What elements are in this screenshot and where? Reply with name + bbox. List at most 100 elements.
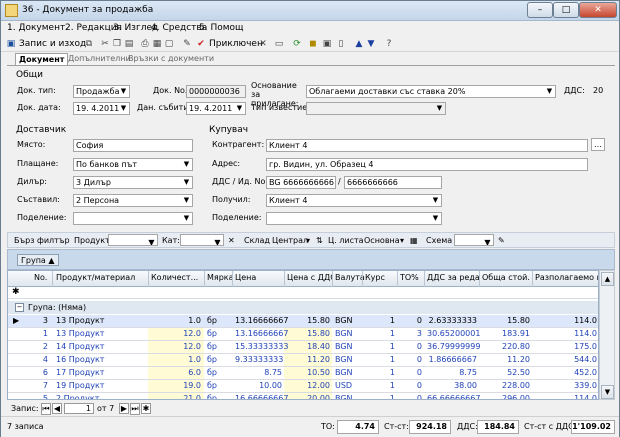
close-button[interactable]: ✕	[579, 2, 617, 18]
table-row[interactable]: 1 13 Продукт 12.0 бр 13.16666667 15.80 BGN 1 3 30…	[8, 328, 598, 341]
place-field[interactable]: София	[73, 139, 193, 152]
table-row[interactable]: 4 16 Продукт 1.0 бр 9.33333333 11.20 BGN 1 0 1.86…	[8, 354, 598, 367]
record-count: от 7	[97, 404, 115, 413]
status-bar: 7 записа ТО: 4.74 Ст-ст: 924.18 ДДС: 184…	[1, 416, 619, 437]
save-icon[interactable]: ▣	[5, 38, 17, 50]
cell-price: 16.66666667	[235, 394, 289, 400]
copy-icon[interactable]: ❐	[111, 38, 123, 50]
price-list-select[interactable]: Основна	[364, 236, 400, 245]
product-filter-select[interactable]: ▼	[108, 234, 158, 246]
category-filter-select[interactable]: ▼	[180, 234, 224, 246]
vat-no-field[interactable]: BG 6666666666	[266, 176, 336, 189]
col-to-percent[interactable]: ТО%	[400, 273, 419, 282]
help-icon[interactable]: ?	[383, 38, 395, 50]
col-total[interactable]: Обща стой...	[482, 273, 530, 282]
last-record-button[interactable]: ⏭	[130, 403, 140, 415]
composer-select[interactable]: 2 Персона ▼	[73, 194, 193, 207]
col-quantity[interactable]: Количест...	[151, 273, 201, 282]
paste-icon[interactable]: ▤	[123, 38, 135, 50]
scheme-select[interactable]: ▼	[454, 234, 494, 246]
to-label: ТО:	[321, 422, 335, 431]
save-close-button[interactable]: Запис и изход	[19, 39, 86, 49]
prev-record-button[interactable]: ◀	[52, 403, 62, 414]
refresh-icon[interactable]: ⟳	[291, 38, 303, 50]
copy-doc-icon[interactable]: ⧉	[83, 38, 95, 50]
new-record-button[interactable]: ✱	[141, 403, 151, 414]
col-rate[interactable]: Курс	[365, 273, 385, 282]
table-row[interactable]: ▶ 3 13 Продукт 1.0 бр 13.16666667 15.80 BGN 1 0 2.…	[8, 315, 598, 328]
cost-vat-total: 1'109.02	[571, 420, 615, 434]
address-field[interactable]: гр. Видин, ул. Образец 4	[266, 158, 588, 171]
col-available[interactable]: Разполагаемо кол.	[535, 273, 598, 282]
chevron-down-icon[interactable]: ▾	[400, 236, 404, 245]
basis-select[interactable]: Облагаеми доставки със ставка 20% ▼	[306, 85, 556, 98]
collapse-icon[interactable]: −	[15, 303, 24, 312]
doc-date-field[interactable]: 19. 4.2011 ▼	[73, 102, 130, 115]
attach-icon[interactable]: ▣	[321, 38, 333, 50]
new-row[interactable]: ✱	[8, 287, 598, 299]
next-record-button[interactable]: ▶	[119, 403, 129, 414]
doc-type-select[interactable]: Продажба ▼	[73, 85, 130, 98]
notice-type-select[interactable]: ▼	[306, 102, 446, 115]
id-no-field[interactable]: 6666666666	[344, 176, 442, 189]
menu-document[interactable]: 1. Документ	[7, 23, 65, 33]
box-icon[interactable]: ◼	[307, 38, 319, 50]
clear-filter-icon[interactable]: ✕	[228, 236, 235, 245]
table-row[interactable]: 7 19 Продукт 19.0 бр 10.00 12.00 USD 1 0 38.00 228…	[8, 380, 598, 393]
brush-icon[interactable]: ✎	[498, 236, 505, 245]
document-window: 36 - Документ за продажба – □ ✕ 1. Докум…	[0, 0, 620, 437]
maximize-button[interactable]: □	[553, 2, 579, 18]
cell-price: 8.75	[264, 368, 282, 377]
supplier-division-select[interactable]: ▼	[73, 212, 193, 225]
minimize-button[interactable]: –	[527, 2, 553, 18]
event-date-field[interactable]: 19. 4.2011 ▼	[186, 102, 246, 115]
col-no[interactable]: No.	[34, 273, 47, 282]
cell-cur: BGN	[335, 355, 353, 364]
menu-help[interactable]: 5. Помощ	[199, 23, 244, 33]
col-unit[interactable]: Мярка	[207, 273, 234, 282]
print-icon[interactable]: ⎙	[139, 38, 151, 50]
col-product[interactable]: Продукт/материал	[56, 273, 144, 282]
document-icon[interactable]: ▭	[273, 38, 285, 50]
vat-total: 184.84	[477, 420, 519, 434]
dealer-select[interactable]: 3 Дилър ▼	[73, 176, 193, 189]
cut-icon[interactable]: ✂	[99, 38, 111, 50]
receiver-select[interactable]: Клиент 4 ▼	[266, 194, 442, 207]
group-row[interactable]: − Група: (Няма)	[8, 301, 598, 314]
buyer-division-select[interactable]: ▼	[266, 212, 442, 225]
edit-icon[interactable]: ✎	[181, 38, 193, 50]
general-section-title: Общи	[16, 70, 43, 80]
vertical-scrollbar[interactable]: ▲ ▼	[599, 270, 615, 400]
page-icon[interactable]: ▢	[163, 38, 175, 50]
col-vat-row[interactable]: ДДС за реда	[427, 273, 480, 282]
contractor-browse-button[interactable]: …	[591, 138, 605, 151]
warehouse-select[interactable]: Централ	[272, 236, 308, 245]
payment-select[interactable]: По банков път ▼	[73, 158, 193, 171]
scroll-up-icon[interactable]: ▲	[601, 272, 614, 286]
contractor-field[interactable]: Клиент 4	[266, 139, 588, 152]
table-row[interactable]: 2 14 Продукт 12.0 бр 15.33333333 18.40 BGN 1 0 36…	[8, 341, 598, 354]
records-count: 7 записа	[7, 422, 44, 431]
cancel-icon[interactable]: ✕	[257, 38, 269, 50]
col-price-vat[interactable]: Цена с ДДС	[287, 273, 333, 282]
group-label: Група: (Няма)	[28, 303, 87, 312]
calc-icon[interactable]: ▦	[410, 236, 418, 245]
preview-icon[interactable]: ▦	[151, 38, 163, 50]
checkmark-icon[interactable]: ✔	[195, 38, 207, 50]
chevron-down-icon[interactable]: ▾	[306, 236, 310, 245]
arrow-up-icon[interactable]: ▲	[353, 38, 365, 50]
post-button[interactable]: Приключен	[209, 39, 263, 49]
current-record-field[interactable]: 1	[64, 403, 94, 414]
first-record-button[interactable]: ⏮	[41, 403, 51, 415]
grid-header: No. Продукт/материал Количест... Мярка Ц…	[8, 271, 598, 287]
table-row[interactable]: 5 2 Продукт 21.0 бр 16.66666667 20.00 BGN 1 0 66.…	[8, 393, 598, 400]
cell-product: 17 Продукт	[56, 368, 105, 377]
sort-icon[interactable]: ⇅	[316, 236, 323, 245]
table-row[interactable]: 6 17 Продукт 6.0 бр 8.75 10.50 BGN 1 0 8.75 52.50 4…	[8, 367, 598, 380]
new-icon[interactable]: ▯	[335, 38, 347, 50]
arrow-down-icon[interactable]: ▼	[365, 38, 377, 50]
group-column-button[interactable]: Група ▲	[17, 254, 59, 266]
col-currency[interactable]: Валута	[335, 273, 365, 282]
scroll-down-icon[interactable]: ▼	[601, 385, 614, 399]
col-price[interactable]: Цена	[235, 273, 256, 282]
